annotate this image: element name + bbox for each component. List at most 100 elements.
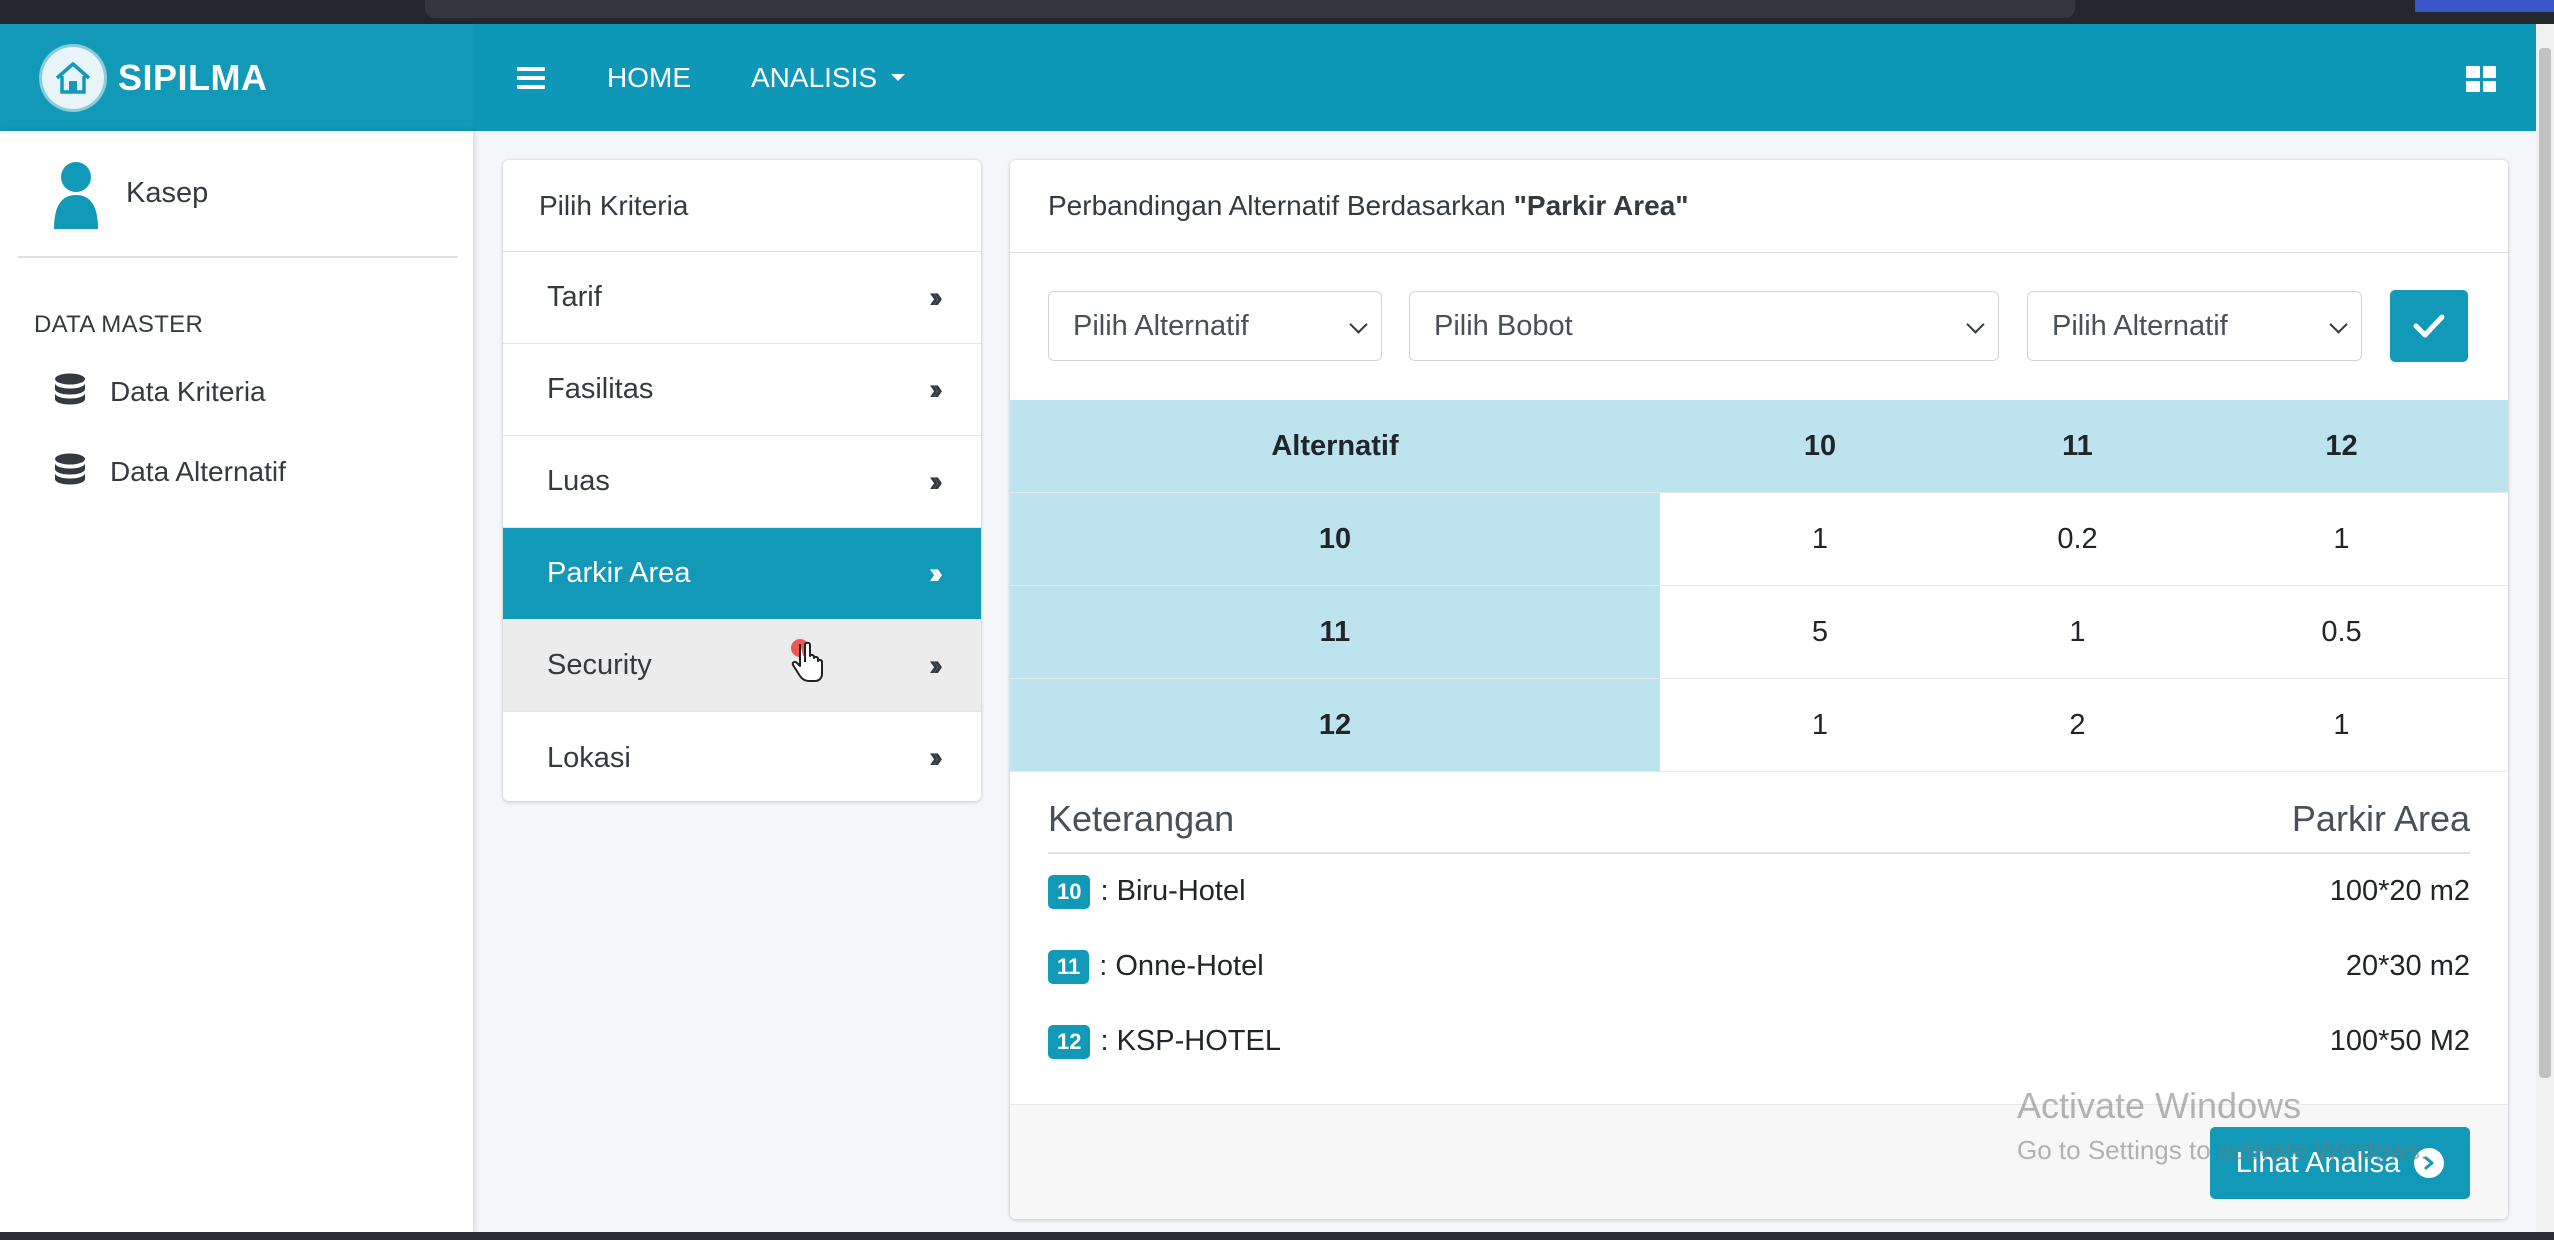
sidebar-item-data-alternatif[interactable]: Data Alternatif bbox=[52, 453, 286, 491]
double-chevron-right-icon: ›› bbox=[929, 741, 943, 774]
menu-toggle-icon[interactable] bbox=[517, 66, 545, 89]
alternative-id-badge: 11 bbox=[1048, 949, 1090, 984]
matrix-header-cell: 11 bbox=[1980, 400, 2175, 493]
matrix-cell: 0.2 bbox=[1980, 492, 2175, 586]
matrix-cell: 1 bbox=[1980, 585, 2175, 679]
caret-down-icon bbox=[891, 74, 906, 81]
title-prefix: Perbandingan Alternatif Berdasarkan bbox=[1048, 190, 1506, 221]
list-item: 10 : Biru-Hotel 100*20 m2 bbox=[1048, 854, 2470, 929]
double-chevron-right-icon: ›› bbox=[929, 373, 943, 406]
brand-name: SIPILMA bbox=[118, 56, 268, 98]
alternative-name: : Biru-Hotel bbox=[1100, 875, 1246, 907]
table-row: 12 1 2 1 bbox=[1010, 678, 2508, 772]
grid-apps-icon[interactable] bbox=[2466, 66, 2496, 92]
table-row: 11 5 1 0.5 bbox=[1010, 585, 2508, 679]
matrix-cell: 1 bbox=[1660, 678, 1980, 772]
matrix-cell: 2 bbox=[1980, 678, 2175, 772]
taskbar-edge bbox=[0, 1232, 2554, 1240]
browser-extension-area bbox=[2415, 0, 2554, 12]
comparison-card: Perbandingan Alternatif Berdasarkan "Par… bbox=[1010, 160, 2508, 1219]
sidebar-section-header: DATA MASTER bbox=[34, 311, 204, 338]
alternative-value: 100*50 M2 bbox=[2329, 1025, 2470, 1057]
user-name[interactable]: Kasep bbox=[126, 177, 208, 210]
criteria-item-lokasi[interactable]: Lokasi ›› bbox=[503, 712, 981, 801]
criteria-item-label: Luas bbox=[547, 465, 610, 497]
criteria-card-title: Pilih Kriteria bbox=[503, 160, 981, 252]
nav-analisis-label: ANALISIS bbox=[751, 61, 878, 93]
matrix-header-cell: Alternatif bbox=[1010, 400, 1660, 493]
scrollbar-thumb[interactable] bbox=[2539, 48, 2551, 1078]
user-panel: Kasep bbox=[18, 131, 458, 258]
double-chevron-right-icon: ›› bbox=[929, 281, 943, 314]
alternative-value: 20*30 m2 bbox=[2345, 950, 2470, 982]
matrix-row-header: 11 bbox=[1010, 585, 1660, 679]
nav-home-link[interactable]: HOME bbox=[607, 62, 691, 94]
criteria-item-luas[interactable]: Luas ›› bbox=[503, 436, 981, 528]
windows-activation-watermark: Activate Windows Go to Settings to activ… bbox=[2017, 1085, 2427, 1166]
matrix-row-header: 12 bbox=[1010, 678, 1660, 772]
matrix-header-cell: 10 bbox=[1660, 400, 1980, 493]
matrix-header-cell: 12 bbox=[2175, 400, 2508, 493]
database-icon bbox=[55, 373, 85, 405]
database-icon bbox=[55, 453, 85, 485]
list-item: 12 : KSP-HOTEL 100*50 M2 bbox=[1048, 1004, 2470, 1079]
alternative-id-badge: 12 bbox=[1048, 1024, 1091, 1059]
watermark-line-1: Activate Windows bbox=[2017, 1085, 2302, 1126]
table-row: 10 1 0.2 1 bbox=[1010, 492, 2508, 586]
comparison-matrix: Alternatif 10 11 12 10 1 0.2 1 11 5 1 0.… bbox=[1010, 400, 2508, 772]
keterangan-header: Keterangan Parkir Area bbox=[1048, 798, 2470, 854]
select-value: Pilih Alternatif bbox=[2052, 309, 2228, 342]
hand-cursor-icon bbox=[791, 639, 823, 682]
chevron-down-icon bbox=[1966, 315, 1985, 334]
alternative-id-badge: 10 bbox=[1048, 874, 1091, 909]
submit-check-button[interactable] bbox=[2390, 290, 2468, 362]
chevron-down-icon bbox=[1349, 315, 1368, 334]
criteria-item-fasilitas[interactable]: Fasilitas ›› bbox=[503, 344, 981, 436]
select-alternatif-2[interactable]: Pilih Alternatif bbox=[2027, 291, 2362, 361]
keterangan-section: Keterangan Parkir Area 10 : Biru-Hotel 1… bbox=[1048, 798, 2470, 1079]
criteria-item-label: Security bbox=[547, 649, 652, 681]
matrix-cell: 0.5 bbox=[2175, 585, 2508, 679]
sidebar: Kasep DATA MASTER Data Kriteria Data Alt… bbox=[0, 131, 473, 1240]
alternative-value: 100*20 m2 bbox=[2329, 875, 2470, 907]
comparison-card-title: Perbandingan Alternatif Berdasarkan "Par… bbox=[1010, 160, 2508, 253]
select-bobot[interactable]: Pilih Bobot bbox=[1409, 291, 1999, 361]
criteria-item-tarif[interactable]: Tarif ›› bbox=[503, 252, 981, 344]
keterangan-title: Keterangan bbox=[1048, 798, 1235, 839]
chevron-down-icon bbox=[2329, 315, 2348, 334]
double-chevron-right-icon: ›› bbox=[929, 557, 943, 590]
title-criterion: "Parkir Area" bbox=[1513, 190, 1689, 221]
alternative-name: : KSP-HOTEL bbox=[1100, 1025, 1281, 1057]
sidebar-item-data-kriteria[interactable]: Data Kriteria bbox=[52, 373, 266, 411]
matrix-row-header: 10 bbox=[1010, 492, 1660, 586]
double-chevron-right-icon: ›› bbox=[929, 649, 943, 682]
nav-analisis-dropdown[interactable]: ANALISIS bbox=[751, 61, 906, 94]
matrix-cell: 1 bbox=[2175, 678, 2508, 772]
browser-tab-strip bbox=[0, 0, 2554, 24]
criteria-item-label: Fasilitas bbox=[547, 373, 654, 405]
select-value: Pilih Alternatif bbox=[1073, 309, 1249, 342]
select-value: Pilih Bobot bbox=[1434, 309, 1573, 342]
criteria-item-label: Parkir Area bbox=[547, 557, 691, 589]
criteria-item-security[interactable]: Security ›› bbox=[503, 620, 981, 712]
alternative-name: : Onne-Hotel bbox=[1099, 950, 1264, 982]
matrix-cell: 5 bbox=[1660, 585, 1980, 679]
matrix-cell: 1 bbox=[2175, 492, 2508, 586]
criteria-item-parkir-area[interactable]: Parkir Area ›› bbox=[503, 528, 981, 620]
check-icon bbox=[2413, 314, 2445, 338]
sidebar-item-label: Data Kriteria bbox=[110, 376, 266, 407]
criteria-card: Pilih Kriteria Tarif ›› Fasilitas ›› Lua… bbox=[503, 160, 981, 801]
watermark-line-2: Go to Settings to activate Windows. bbox=[2017, 1135, 2428, 1165]
double-chevron-right-icon: ›› bbox=[929, 465, 943, 498]
home-logo-icon bbox=[42, 46, 104, 109]
criteria-item-label: Lokasi bbox=[547, 742, 631, 774]
user-avatar-icon bbox=[54, 161, 98, 229]
keterangan-criterion: Parkir Area bbox=[2291, 798, 2470, 839]
brand-link[interactable]: SIPILMA bbox=[0, 24, 473, 131]
browser-address-bar[interactable] bbox=[425, 0, 2075, 18]
select-alternatif-1[interactable]: Pilih Alternatif bbox=[1048, 291, 1382, 361]
matrix-cell: 1 bbox=[1660, 492, 1980, 586]
page-scrollbar[interactable] bbox=[2536, 24, 2554, 1240]
matrix-header-row: Alternatif 10 11 12 bbox=[1010, 400, 2508, 493]
criteria-item-label: Tarif bbox=[547, 281, 602, 313]
